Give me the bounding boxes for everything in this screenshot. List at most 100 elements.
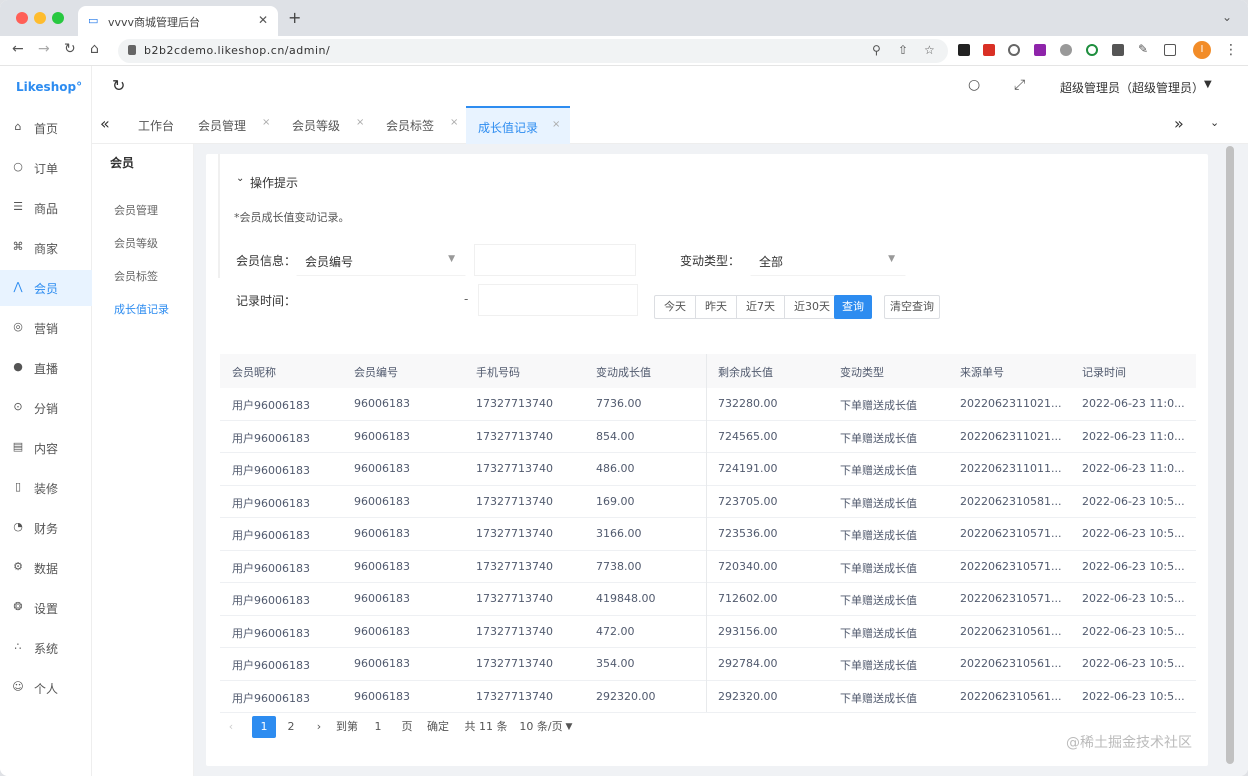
home-icon[interactable]: ⌂	[90, 41, 99, 57]
sidebar-item-user[interactable]: ⋀ 会员	[0, 270, 92, 306]
tab-search-icon[interactable]: ⌄	[1222, 10, 1232, 24]
tips-title[interactable]: 操作提示	[250, 174, 298, 191]
fullscreen-icon[interactable]: ⤢	[1014, 77, 1025, 93]
reset-button[interactable]: 清空查询	[884, 295, 940, 319]
reload-icon[interactable]: ↻	[64, 41, 76, 57]
sidebar-item-label: 订单	[34, 162, 59, 176]
sidebar-item-order[interactable]: ○ 订单	[0, 150, 92, 186]
table-cell: 732280.00	[718, 397, 778, 410]
sidebar-item-home[interactable]: ⌂ 首页	[0, 110, 92, 146]
header-source-no: 来源单号	[960, 366, 1004, 379]
tag-close-icon[interactable]: ×	[450, 117, 458, 128]
sidebar-item-marketing[interactable]: ◎ 营销	[0, 310, 92, 346]
extension-4-icon[interactable]	[1034, 44, 1046, 56]
page-scrollbar[interactable]	[1226, 146, 1234, 776]
chevron-down-icon[interactable]: ⌄	[236, 173, 244, 184]
quick-7days-button[interactable]: 近7天	[737, 296, 785, 318]
tag-dashboard[interactable]: 工作台	[138, 106, 188, 144]
extension-3-icon[interactable]	[1008, 44, 1020, 56]
table-cell: 354.00	[596, 657, 635, 670]
forward-icon[interactable]: →	[38, 41, 50, 57]
table-cell: 723536.00	[718, 527, 778, 540]
sidebar-item-system[interactable]: ∴ 系统	[0, 630, 92, 666]
table-cell: 2022-06-23 11:0...	[1082, 429, 1185, 443]
quick-yesterday-button[interactable]: 昨天	[696, 296, 737, 318]
tag-close-icon[interactable]: ×	[356, 117, 364, 128]
goto-page-input[interactable]: 1	[366, 716, 390, 738]
tag-growth-record[interactable]: 成长值记录 ×	[466, 106, 570, 144]
submenu-item-member-manage[interactable]: 会员管理	[114, 202, 158, 218]
sidebar-item-shop[interactable]: ⌘ 商家	[0, 230, 92, 266]
sidebar-item-live[interactable]: ● 直播	[0, 350, 92, 386]
bookmark-star-icon[interactable]: ☆	[924, 43, 935, 57]
browser-window: ▭ vvvv商城管理后台 ✕ + ⌄ ← → ↻ ⌂ b2b2cdemo.lik…	[0, 0, 1248, 776]
minimize-window-button[interactable]	[34, 12, 46, 24]
tags-menu-icon[interactable]: ⌄	[1210, 116, 1219, 129]
search-button[interactable]: 查询	[834, 295, 872, 319]
chevron-down-icon[interactable]: ▼	[564, 716, 574, 738]
extensions-puzzle-icon[interactable]: ✎	[1138, 43, 1150, 56]
table-cell: 下单赠送成长值	[840, 529, 917, 542]
sidebar-item-finance[interactable]: ◔ 财务	[0, 510, 92, 546]
sidebar-item-content[interactable]: ▤ 内容	[0, 430, 92, 466]
quick-30days-button[interactable]: 近30天	[785, 296, 839, 318]
table-row: 用户96006183 96006183 17327713740 354.00 29278…	[220, 648, 1196, 681]
search-icon[interactable]: ○	[968, 77, 980, 93]
sidebar-item-label: 系统	[34, 642, 59, 656]
prev-page-button[interactable]: ‹	[220, 716, 242, 738]
refresh-icon[interactable]: ↻	[112, 76, 125, 95]
submenu-item-member-tag[interactable]: 会员标签	[114, 268, 158, 284]
address-bar[interactable]: b2b2cdemo.likeshop.cn/admin/ ⚲ ⇧ ☆	[118, 39, 948, 63]
table-cell: 3166.00	[596, 527, 642, 540]
extension-2-icon[interactable]	[983, 44, 995, 56]
start-date-input[interactable]: 记录时间：	[220, 284, 468, 316]
profile-avatar[interactable]: I	[1193, 41, 1211, 59]
next-page-button[interactable]: ›	[308, 716, 330, 738]
date-separator: -	[464, 292, 469, 306]
extension-1-icon[interactable]	[958, 44, 970, 56]
extension-5-icon[interactable]	[1060, 44, 1072, 56]
new-tab-icon[interactable]: +	[288, 8, 301, 27]
tag-member-tag[interactable]: 会员标签 ×	[386, 106, 466, 144]
page-size-select[interactable]: 10 条/页	[516, 716, 566, 738]
tag-member-manage[interactable]: 会员管理 ×	[198, 106, 278, 144]
sidebar-item-goods[interactable]: ☰ 商品	[0, 190, 92, 226]
tags-scroll-right-icon[interactable]: »	[1174, 114, 1184, 133]
browser-tab-active[interactable]: ▭ vvvv商城管理后台 ✕	[78, 6, 278, 36]
submenu-item-member-level[interactable]: 会员等级	[114, 235, 158, 251]
sidebar-item-label: 数据	[34, 562, 59, 576]
change-type-select[interactable]: 全部 ▼	[750, 244, 906, 276]
scrollbar-thumb[interactable]	[1226, 146, 1234, 764]
sidebar-item-settings[interactable]: ❂ 设置	[0, 590, 92, 626]
user-caret-icon[interactable]: ▼	[1204, 79, 1212, 90]
member-info-input[interactable]	[474, 244, 636, 276]
user-name[interactable]: 超级管理员（超级管理员）	[1060, 79, 1204, 96]
maximize-window-button[interactable]	[52, 12, 64, 24]
table-cell: 下单赠送成长值	[840, 626, 917, 640]
tags-scroll-left-icon[interactable]: «	[100, 114, 110, 133]
side-panel-icon[interactable]	[1164, 44, 1176, 56]
key-icon[interactable]: ⚲	[872, 43, 881, 57]
browser-menu-icon[interactable]: ⋮	[1224, 42, 1238, 58]
close-tab-icon[interactable]: ✕	[258, 13, 268, 27]
sidebar-item-distribution[interactable]: ⊙ 分销	[0, 390, 92, 426]
submenu-title: 会员	[110, 156, 135, 170]
tag-close-icon[interactable]: ×	[552, 119, 560, 130]
page-2-button[interactable]: 2	[280, 716, 302, 738]
sidebar-item-person[interactable]: ☺ 个人	[0, 670, 92, 706]
sidebar-item-decorate[interactable]: ▯ 装修	[0, 470, 92, 506]
page-1-button[interactable]: 1	[252, 716, 276, 738]
tag-member-level[interactable]: 会员等级 ×	[292, 106, 372, 144]
share-icon[interactable]: ⇧	[898, 43, 908, 57]
extension-7-icon[interactable]	[1112, 44, 1124, 56]
submenu-item-growth-record[interactable]: 成长值记录	[114, 301, 169, 317]
member-info-select[interactable]: 会员编号 ▼	[296, 244, 466, 276]
sidebar-item-data[interactable]: ⚙ 数据	[0, 550, 92, 586]
back-icon[interactable]: ←	[12, 41, 24, 57]
close-window-button[interactable]	[16, 12, 28, 24]
end-date-input[interactable]	[478, 284, 638, 316]
quick-today-button[interactable]: 今天	[655, 296, 696, 318]
tag-close-icon[interactable]: ×	[262, 117, 270, 128]
goto-confirm-button[interactable]: 确定	[424, 716, 452, 738]
extension-6-icon[interactable]	[1086, 44, 1098, 56]
